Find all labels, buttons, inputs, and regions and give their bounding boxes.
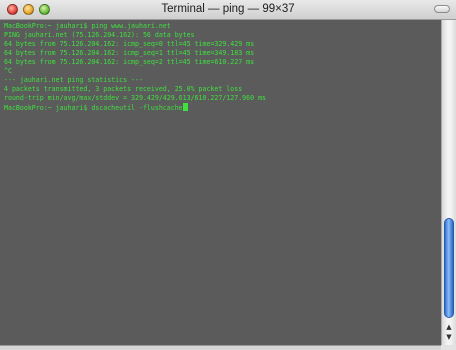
terminal-prompt-line: MacBookPro:~ jauhari$ dscacheutil -flush… <box>4 103 188 112</box>
scroll-up-icon[interactable]: ▲ <box>443 322 455 332</box>
terminal-window: Terminal — ping — 99×37 MacBookPro:~ jau… <box>0 0 456 350</box>
text-cursor <box>182 103 188 111</box>
terminal-line: --- jauhari.net ping statistics --- <box>4 76 143 84</box>
terminal-line: PING jauhari.net (75.126.204.162): 56 da… <box>4 31 195 39</box>
window-title: Terminal — ping — 99×37 <box>161 3 295 15</box>
scroll-down-icon[interactable]: ▼ <box>443 332 455 342</box>
terminal-line: 4 packets transmitted, 3 packets receive… <box>4 85 243 93</box>
vertical-scrollbar[interactable]: ▲ ▼ <box>441 20 456 345</box>
terminal-line: ^C <box>4 67 12 75</box>
resize-handle[interactable] <box>441 345 456 350</box>
zoom-button[interactable] <box>39 4 50 15</box>
title-bar[interactable]: Terminal — ping — 99×37 <box>0 0 456 20</box>
terminal-output[interactable]: MacBookPro:~ jauhari$ ping www.jauhari.n… <box>0 20 441 345</box>
terminal-line: MacBookPro:~ jauhari$ ping www.jauhari.n… <box>4 22 171 30</box>
terminal-line: 64 bytes from 75.126.204.162: icmp_seq=0… <box>4 40 255 48</box>
bottom-bar <box>0 345 441 350</box>
toolbar-toggle-button[interactable] <box>434 5 450 13</box>
close-button[interactable] <box>7 4 18 15</box>
minimize-button[interactable] <box>23 4 34 15</box>
terminal-line: 64 bytes from 75.126.204.162: icmp_seq=2… <box>4 58 255 66</box>
terminal-line: 64 bytes from 75.126.204.162: icmp_seq=1… <box>4 49 255 57</box>
terminal-command: MacBookPro:~ jauhari$ dscacheutil -flush… <box>4 104 183 112</box>
terminal-line: round-trip min/avg/max/stddev = 329.429/… <box>4 94 267 102</box>
scroll-thumb[interactable] <box>444 218 454 318</box>
